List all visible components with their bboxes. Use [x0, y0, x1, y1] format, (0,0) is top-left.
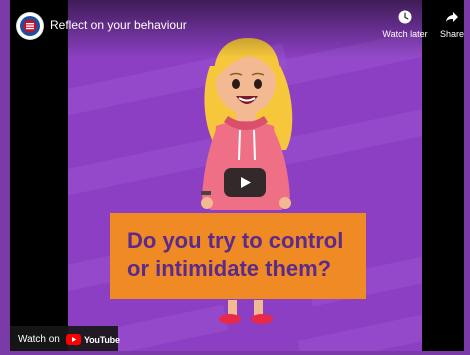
youtube-play-logo-icon	[66, 334, 81, 345]
watch-later-label: Watch later	[382, 29, 428, 39]
watch-on-label: Watch on	[18, 334, 60, 345]
watch-later-button[interactable]: Watch later	[380, 10, 430, 39]
video-caption-text: Do you try to control or intimidate them…	[127, 227, 357, 283]
page-background-right	[464, 0, 470, 355]
youtube-logo: YouTube	[66, 334, 120, 345]
channel-avatar[interactable]	[17, 13, 43, 39]
page-background-bottom	[0, 351, 470, 355]
caption-line-2: or intimidate them?	[127, 256, 332, 281]
play-button[interactable]	[224, 168, 266, 197]
youtube-embed-player[interactable]: Do you try to control or intimidate them…	[0, 0, 470, 355]
police-crest-icon	[18, 14, 42, 38]
page-background-left	[0, 0, 10, 355]
watch-on-youtube-button[interactable]: Watch on YouTube	[10, 326, 120, 354]
caption-line-1: Do you try to control	[127, 228, 344, 253]
youtube-wordmark: YouTube	[84, 334, 120, 345]
video-caption-box: Do you try to control or intimidate them…	[110, 213, 366, 299]
video-title-link[interactable]: Reflect on your behaviour	[50, 18, 187, 32]
play-icon	[241, 177, 251, 188]
share-arrow-icon	[446, 12, 458, 22]
clock-icon	[398, 10, 412, 24]
